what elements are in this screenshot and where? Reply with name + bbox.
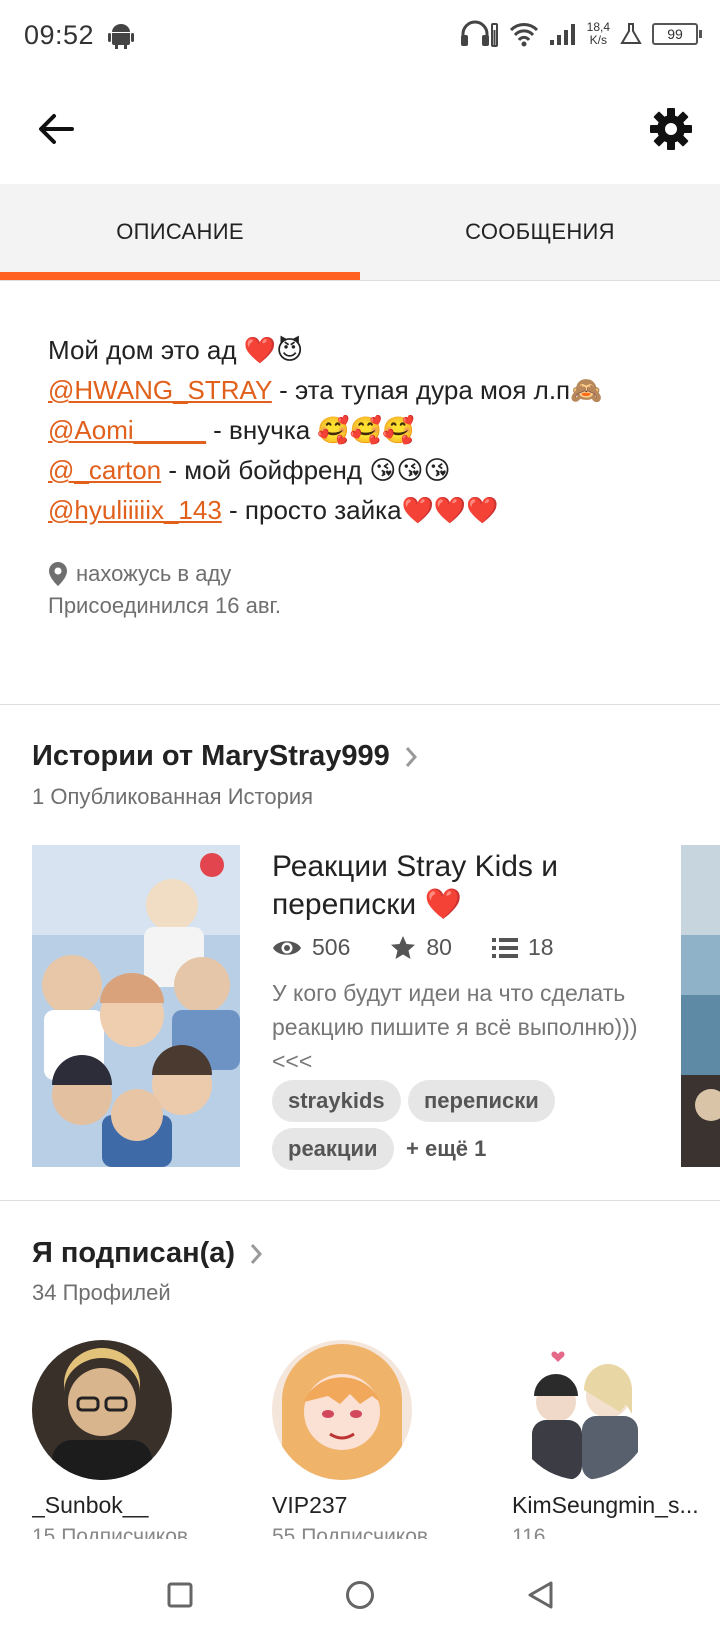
mention-link[interactable]: @Aomi_____: [48, 415, 206, 445]
description-line: @hyuliiiiix_143 - просто зайка❤️❤️❤️: [48, 490, 688, 530]
profile-card[interactable]: _Sunbok__ 15 Подписчиков: [32, 1340, 252, 1539]
net-speed: 18,4 K/s: [587, 21, 610, 47]
votes-count: 80: [426, 934, 452, 960]
profile-followers: 116: [512, 1525, 546, 1539]
profile-name: KimSeungmin_s...: [512, 1492, 699, 1518]
mention-link[interactable]: @hyuliiiiix_143: [48, 495, 222, 525]
back-nav-button[interactable]: [515, 1570, 565, 1620]
avatar[interactable]: [32, 1340, 172, 1480]
joined-date: Присоединился 16 авг.: [48, 593, 281, 618]
arrow-left-icon[interactable]: [34, 107, 78, 151]
android-icon: [108, 24, 134, 49]
tab-messages-label: СООБЩЕНИЯ: [465, 219, 615, 244]
description-line: @_carton - мой бойфренд 😘😘😘: [48, 450, 688, 490]
profile-followers: 55 Подписчиков: [272, 1525, 429, 1539]
eye-icon: [273, 940, 301, 955]
section-divider: [0, 704, 720, 705]
battery-level: 99: [667, 26, 683, 42]
description-line: Мой дом это ад ❤️😈: [48, 330, 688, 370]
story-cover-art: [32, 845, 240, 1167]
parts-count: 18: [527, 934, 554, 960]
tag-chip[interactable]: переписки: [408, 1080, 555, 1122]
profile-tabs: ОПИСАНИЕ СООБЩЕНИЯ: [0, 184, 720, 281]
wifi-icon: [509, 23, 538, 47]
story-description: У кого будут идеи на что сделать реакцию…: [272, 980, 638, 1074]
tab-description-label: ОПИСАНИЕ: [116, 219, 244, 244]
lab-flask-icon: [620, 23, 642, 44]
signal-icon: [549, 24, 575, 45]
location-row: нахожусь в аду: [48, 558, 281, 590]
following-count: 34 Профилей: [32, 1280, 171, 1305]
tab-messages[interactable]: СООБЩЕНИЯ: [360, 184, 720, 280]
recent-apps-icon: [167, 1582, 193, 1608]
gear-icon[interactable]: [648, 106, 694, 152]
chevron-right-icon: [405, 746, 417, 767]
battery-indicator: 99: [652, 23, 702, 45]
star-icon: [391, 935, 416, 959]
following-list: _Sunbok__ 15 Подписчиков VIP237 55 Подпи…: [0, 1340, 720, 1540]
top-app-bar: [0, 72, 720, 184]
following-section-title: Я подписан(а): [32, 1237, 236, 1269]
story-title[interactable]: Реакции Stray Kids и переписки ❤️: [272, 848, 612, 924]
back-triangle-icon: [528, 1581, 553, 1609]
kiss-emoji: 😘😘😘: [369, 455, 451, 485]
description-text: - эта тупая дура моя л.п: [271, 375, 571, 405]
description-text: - мой бойфренд: [161, 455, 370, 485]
status-time: 09:52: [24, 20, 95, 50]
net-speed-unit: K/s: [589, 33, 607, 47]
story-cover-image[interactable]: [32, 845, 240, 1167]
chevron-right-icon: [250, 1243, 263, 1264]
mention-link[interactable]: @HWANG_STRAY: [48, 375, 272, 405]
profile-meta: нахожусь в аду Присоединился 16 авг.: [48, 558, 281, 622]
description-text: - внучка: [205, 415, 318, 445]
description-text: Мой дом это ад: [48, 335, 244, 365]
monkey-emoji: 🙈: [570, 375, 603, 405]
active-tab-indicator: [0, 272, 360, 280]
following-section-header[interactable]: Я подписан(а): [32, 1237, 263, 1270]
list-icon: [491, 937, 518, 958]
profile-card[interactable]: KimSeungmin_s... 116: [512, 1340, 720, 1539]
next-story-cover-art: [681, 845, 720, 1167]
next-story-cover[interactable]: [681, 845, 720, 1167]
status-bar: 09:52 18,4 K/s 99: [0, 0, 720, 72]
stories-section-header[interactable]: Истории от MaryStray999: [32, 740, 418, 773]
profile-description: Мой дом это ад ❤️😈 @HWANG_STRAY - эта ту…: [48, 330, 688, 530]
mention-link[interactable]: @_carton: [48, 455, 161, 485]
profile-name: VIP237: [272, 1492, 348, 1518]
description-text: - просто зайка: [221, 495, 402, 525]
stories-count: 1 Опубликованная История: [32, 784, 314, 809]
tag-chip[interactable]: реакции: [272, 1128, 394, 1170]
smiling-hearts-emoji: 🥰🥰🥰: [317, 415, 415, 445]
home-icon: [346, 1581, 374, 1609]
avatar[interactable]: [272, 1340, 412, 1480]
profile-followers: 15 Подписчиков: [32, 1525, 189, 1539]
more-tags-link[interactable]: + ещё 1: [406, 1128, 486, 1170]
recent-apps-button[interactable]: [155, 1570, 205, 1620]
tab-description[interactable]: ОПИСАНИЕ: [0, 184, 360, 280]
profile-card[interactable]: VIP237 55 Подписчиков: [272, 1340, 492, 1539]
system-nav-bar: [0, 1550, 720, 1640]
story-stats: 506 80 18: [272, 934, 554, 961]
heart-devil-emoji: ❤️😈: [243, 335, 304, 365]
views-count: 506: [312, 934, 351, 960]
location-pin-icon: [49, 562, 67, 586]
stories-section-title: Истории от MaryStray999: [32, 740, 390, 772]
description-line: @Aomi_____ - внучка 🥰🥰🥰: [48, 410, 688, 450]
hearts-emoji: ❤️❤️❤️: [401, 495, 499, 525]
headphones-icon: [460, 20, 498, 47]
description-line: @HWANG_STRAY - эта тупая дура моя л.п🙈: [48, 370, 688, 410]
tag-chip[interactable]: straykids: [272, 1080, 401, 1122]
location-text: нахожусь в аду: [76, 561, 232, 586]
section-divider: [0, 1200, 720, 1201]
avatar[interactable]: [512, 1340, 652, 1480]
home-button[interactable]: [335, 1570, 385, 1620]
profile-name: _Sunbok__: [32, 1492, 149, 1518]
